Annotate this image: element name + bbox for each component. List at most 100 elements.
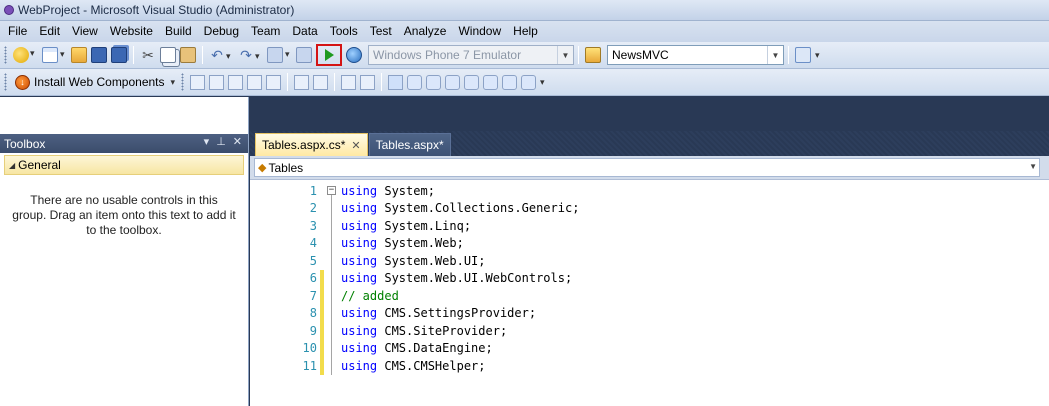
code-editor[interactable]: 1− using System; 2 using System.Collections…	[250, 180, 1049, 406]
code-keyword: using	[341, 201, 378, 216]
toolbox-panel: Toolbox ▾ ⊥ ✕ ◢ General There are no usa…	[0, 97, 249, 406]
next-bookmark-folder-icon[interactable]	[464, 74, 480, 90]
add-item-icon[interactable]	[42, 47, 65, 63]
code-line[interactable]: 10 using CMS.DataEngine;	[250, 339, 1049, 357]
menu-build[interactable]: Build	[159, 21, 198, 42]
line-number: 7	[309, 288, 317, 303]
solution-config-combo[interactable]: NewsMVC ▼	[607, 45, 784, 65]
line-number: 1	[309, 183, 317, 198]
format-icon[interactable]	[190, 74, 206, 90]
window-position-icon[interactable]: ▾	[204, 135, 210, 148]
toolbar-grip[interactable]	[4, 46, 7, 64]
menu-test[interactable]: Test	[364, 21, 398, 42]
collapse-outline-icon[interactable]: −	[327, 182, 337, 200]
uncomment-icon[interactable]	[360, 74, 376, 90]
code-line[interactable]: 3 using System.Linq;	[250, 217, 1049, 235]
prev-bookmark-folder-icon[interactable]	[445, 74, 461, 90]
new-project-icon[interactable]	[13, 47, 35, 63]
code-line[interactable]: 6 using System.Web.UI.WebControls;	[250, 269, 1049, 287]
toolbar-overflow-icon[interactable]: ▾	[540, 77, 545, 88]
outline-bar	[327, 304, 337, 322]
clear-bookmarks-icon[interactable]	[521, 74, 537, 90]
tab-tables-aspx[interactable]: Tables.aspx*	[368, 133, 451, 156]
outline-bar	[327, 339, 337, 357]
code-line[interactable]: 8 using CMS.SettingsProvider;	[250, 304, 1049, 322]
toolbar-grip[interactable]	[181, 73, 185, 91]
find-in-files-icon[interactable]	[585, 47, 601, 63]
cut-icon[interactable]: ✂	[140, 47, 156, 63]
navigate-forward-icon[interactable]	[296, 47, 312, 63]
redo-icon[interactable]: ↷	[238, 47, 259, 64]
decrease-indent-icon[interactable]	[294, 74, 310, 90]
code-line[interactable]: 9 using CMS.SiteProvider;	[250, 322, 1049, 340]
paste-icon[interactable]	[180, 47, 196, 63]
code-line[interactable]: 11 using CMS.CMSHelper;	[250, 357, 1049, 375]
code-line[interactable]: 1− using System;	[250, 182, 1049, 200]
target-device-combo[interactable]: Windows Phone 7 Emulator ▼	[368, 45, 574, 65]
install-web-components-button[interactable]: ↓ Install Web Components	[11, 71, 169, 93]
code-line[interactable]: 5 using System.Web.UI;	[250, 252, 1049, 270]
document-tabs: Tables.aspx.cs* ✕ Tables.aspx*	[250, 131, 1049, 156]
tab-label: Tables.aspx*	[375, 138, 444, 152]
menu-debug[interactable]: Debug	[198, 21, 245, 42]
class-dropdown[interactable]: ◆ Tables ▼	[254, 158, 1040, 177]
line-number: 11	[302, 358, 317, 373]
menu-website[interactable]: Website	[104, 21, 159, 42]
code-keyword: using	[341, 253, 378, 268]
start-debugging-button[interactable]	[316, 44, 342, 66]
increase-indent-icon[interactable]	[313, 74, 329, 90]
line-number: 10	[302, 341, 317, 356]
menu-analyze[interactable]: Analyze	[398, 21, 453, 42]
bookmark-icon[interactable]	[388, 74, 404, 90]
next-bookmark-icon[interactable]	[426, 74, 442, 90]
toolbar-separator	[202, 46, 203, 64]
format-icon[interactable]	[247, 74, 263, 90]
tab-tables-aspx-cs[interactable]: Tables.aspx.cs* ✕	[255, 133, 368, 156]
menu-help[interactable]: Help	[507, 21, 544, 42]
prev-bookmark-doc-icon[interactable]	[483, 74, 499, 90]
menu-team[interactable]: Team	[245, 21, 286, 42]
copy-icon[interactable]	[160, 47, 176, 63]
comment-out-icon[interactable]	[341, 74, 357, 90]
menu-data[interactable]: Data	[286, 21, 323, 42]
close-icon[interactable]: ✕	[233, 135, 242, 148]
save-all-icon[interactable]	[111, 47, 127, 63]
navigate-backward-icon[interactable]	[267, 47, 290, 63]
menu-file[interactable]: File	[2, 21, 33, 42]
code-keyword: using	[341, 236, 378, 251]
code-line[interactable]: 7 // added	[250, 287, 1049, 305]
toolbox-group-general[interactable]: ◢ General	[4, 155, 244, 175]
next-bookmark-doc-icon[interactable]	[502, 74, 518, 90]
undo-icon[interactable]: ↶	[209, 47, 230, 64]
format-icon[interactable]	[266, 74, 282, 90]
code-identifier: System.Web.UI.WebControls;	[377, 271, 573, 286]
code-line[interactable]: 2 using System.Collections.Generic;	[250, 199, 1049, 217]
play-icon	[324, 49, 334, 61]
chevron-down-icon: ▼	[1029, 162, 1037, 171]
menu-view[interactable]: View	[66, 21, 104, 42]
prev-bookmark-icon[interactable]	[407, 74, 423, 90]
line-number: 9	[309, 323, 317, 338]
close-icon[interactable]: ✕	[351, 139, 360, 152]
menu-window[interactable]: Window	[452, 21, 507, 42]
window-title: WebProject - Microsoft Visual Studio (Ad…	[18, 3, 295, 17]
pin-icon[interactable]: ⊥	[216, 135, 226, 148]
toolbar-overflow-icon[interactable]: ▾	[815, 50, 820, 61]
toolbar-separator	[788, 46, 789, 64]
solution-explorer-icon[interactable]	[795, 47, 811, 63]
toolbar-grip[interactable]	[4, 73, 7, 91]
code-line[interactable]: 4 using System.Web;	[250, 234, 1049, 252]
open-file-icon[interactable]	[71, 47, 87, 63]
toolbar-overflow-icon[interactable]: ▾	[171, 77, 176, 88]
menu-edit[interactable]: Edit	[33, 21, 66, 42]
save-icon[interactable]	[91, 47, 107, 63]
menu-tools[interactable]: Tools	[324, 21, 364, 42]
format-icon[interactable]	[209, 74, 225, 90]
outline-bar	[327, 269, 337, 287]
navigation-bar: ◆ Tables ▼	[250, 156, 1049, 180]
install-icon: ↓	[15, 74, 30, 90]
format-icon[interactable]	[228, 74, 244, 90]
toolbar-separator	[287, 73, 289, 91]
toolbox-header: Toolbox ▾ ⊥ ✕	[0, 134, 248, 153]
attach-process-icon[interactable]	[346, 47, 362, 63]
